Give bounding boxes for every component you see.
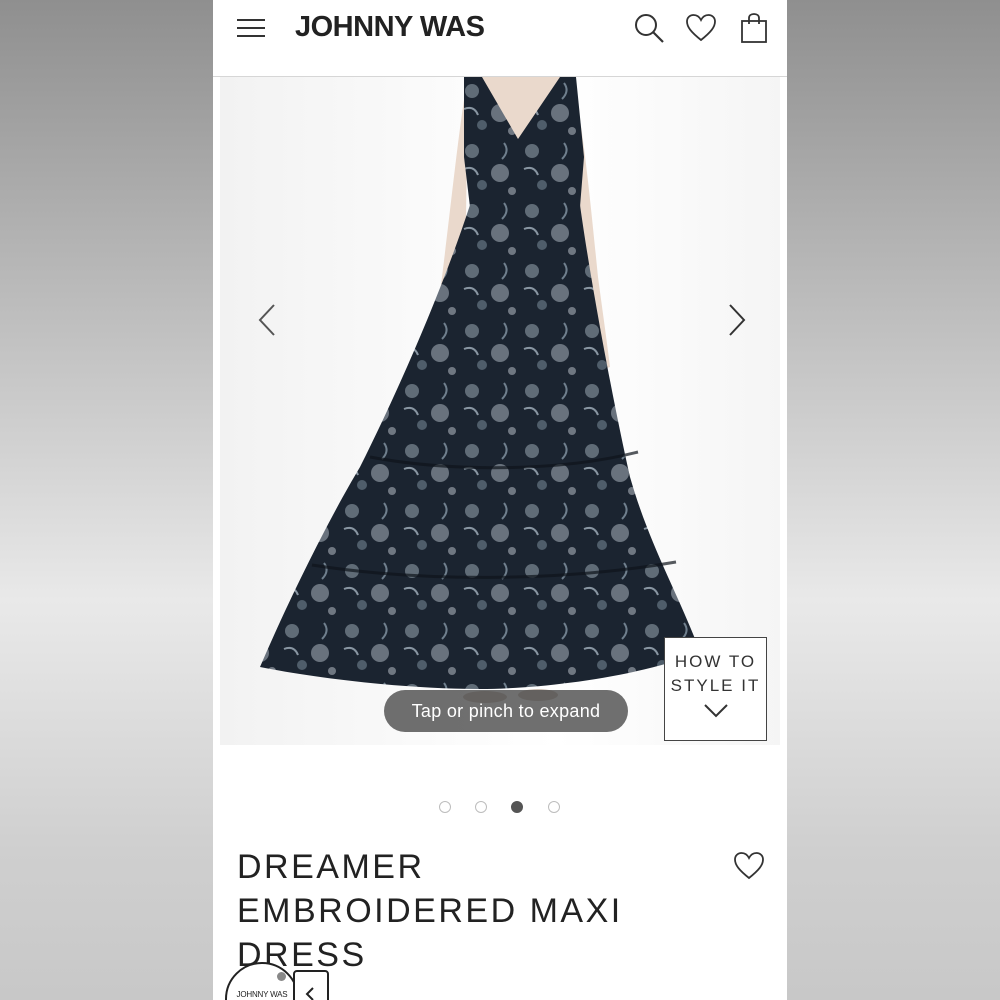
how-to-label-line2: STYLE IT — [670, 676, 761, 695]
chevron-right-icon[interactable] — [724, 302, 748, 338]
brand-logo[interactable]: JOHNNY WAS — [295, 11, 485, 44]
site-header: JOHNNY WAS — [213, 0, 787, 77]
expand-hint[interactable]: Tap or pinch to expand — [384, 690, 628, 732]
phone-screen: JOHNNY WAS HOW TO STYLE IT Tap or pinch … — [213, 0, 787, 1000]
pagination-dot-3[interactable] — [511, 801, 523, 813]
badge-dot — [277, 972, 286, 981]
product-title: DREAMER EMBROIDERED MAXI DRESS — [237, 845, 667, 977]
background-right — [787, 0, 1000, 1000]
gallery-pagination — [213, 801, 787, 817]
pagination-dot-4[interactable] — [548, 801, 560, 813]
heart-icon[interactable] — [733, 850, 765, 882]
hamburger-menu-icon[interactable] — [237, 16, 265, 40]
chevron-left-icon[interactable] — [256, 302, 280, 338]
search-icon[interactable] — [633, 12, 665, 44]
heart-icon[interactable] — [685, 12, 717, 44]
chevron-left-icon — [305, 987, 314, 1000]
product-image-gallery[interactable]: HOW TO STYLE IT Tap or pinch to expand — [220, 77, 780, 745]
product-title-line2: EMBROIDERED MAXI — [237, 892, 623, 930]
shopping-bag-icon[interactable] — [738, 12, 770, 44]
pagination-dot-2[interactable] — [475, 801, 487, 813]
product-title-line1: DREAMER — [237, 848, 425, 886]
background-left — [0, 0, 213, 1000]
how-to-label-line1: HOW TO — [674, 652, 757, 671]
pagination-dot-1[interactable] — [439, 801, 451, 813]
chevron-down-icon — [703, 704, 728, 718]
back-button[interactable] — [293, 970, 329, 1000]
badge-logo-text: JOHNNY WAS — [236, 990, 288, 999]
how-to-style-it-button[interactable]: HOW TO STYLE IT — [664, 637, 767, 741]
